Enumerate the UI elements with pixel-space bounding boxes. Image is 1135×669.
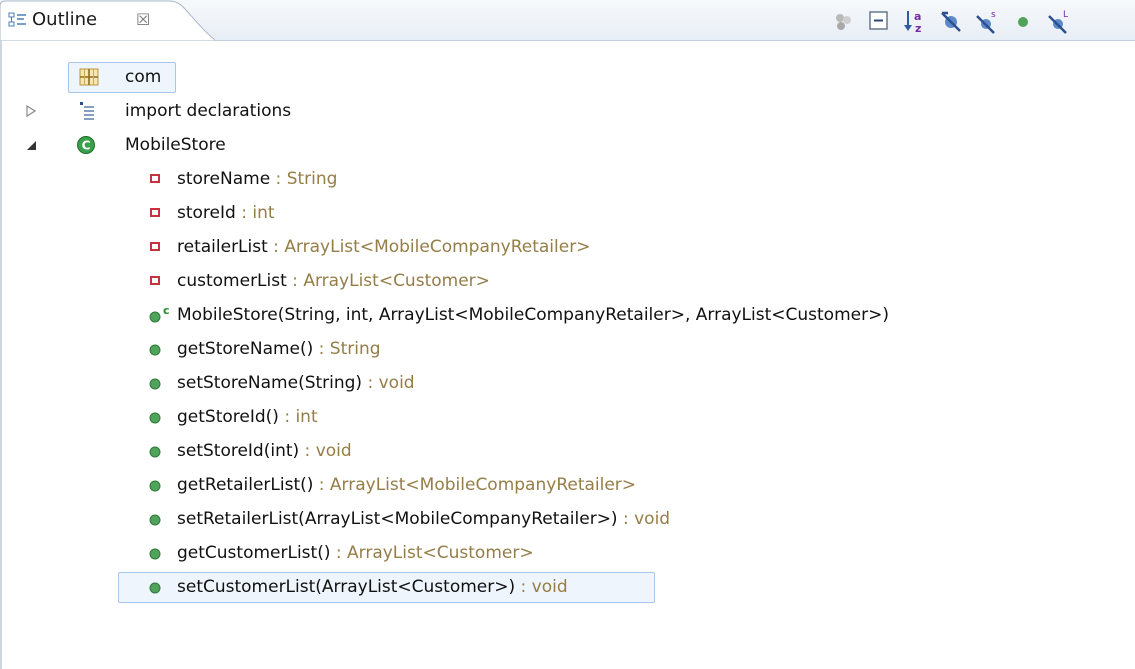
- member-name: getStoreId(): [177, 407, 279, 427]
- svg-text:c: c: [163, 305, 170, 317]
- tree-row-field[interactable]: retailerList : ArrayList<MobileCompanyRe…: [0, 230, 1135, 264]
- tree-row-field[interactable]: storeName : String: [0, 162, 1135, 196]
- member-name: getRetailerList(): [177, 475, 314, 495]
- tree-row-field[interactable]: customerList : ArrayList<Customer>: [0, 264, 1135, 298]
- public-method-icon: [149, 378, 161, 390]
- public-method-icon: [149, 582, 161, 594]
- tree-row-constructor[interactable]: c MobileStore(String, int, ArrayList<Mob…: [0, 298, 1135, 332]
- member-name: setCustomerList(ArrayList<Customer>): [177, 577, 516, 597]
- member-name: customerList: [177, 271, 287, 291]
- tree-row-method[interactable]: setRetailerList(ArrayList<MobileCompanyR…: [0, 502, 1135, 536]
- member-type: : void: [362, 373, 415, 393]
- package-icon: [79, 68, 99, 86]
- tree-row-field[interactable]: storeId : int: [0, 196, 1135, 230]
- tree-row-package[interactable]: com: [0, 60, 1135, 94]
- member-type: : ArrayList<MobileCompanyRetailer>: [313, 475, 637, 495]
- private-field-icon: [150, 174, 160, 183]
- member-type: : String: [270, 169, 338, 189]
- class-name: MobileStore: [125, 135, 226, 155]
- member-name: setStoreName(String): [177, 373, 363, 393]
- hide-local-types-icon[interactable]: L: [1046, 8, 1072, 34]
- private-field-icon: [150, 276, 160, 285]
- outline-view-icon: [8, 12, 26, 27]
- hide-fields-icon[interactable]: [938, 8, 964, 34]
- member-name: storeId: [177, 203, 236, 223]
- member-type: : ArrayList<Customer>: [286, 271, 490, 291]
- member-type: : void: [617, 509, 671, 529]
- member-type: : int: [235, 203, 275, 223]
- imports-icon: [80, 102, 94, 120]
- tree-row-method[interactable]: getCustomerList() : ArrayList<Customer>: [0, 536, 1135, 570]
- member-type: : String: [313, 339, 381, 359]
- member-name: storeName: [177, 169, 271, 189]
- member-type: : int: [278, 407, 318, 427]
- public-method-icon: [149, 344, 161, 356]
- tab-title: Outline: [32, 9, 98, 30]
- focus-active-element-icon[interactable]: [830, 8, 856, 34]
- collapse-chevron-icon[interactable]: [24, 138, 38, 152]
- member-name: setStoreId(int): [177, 441, 300, 461]
- private-field-icon: [150, 242, 160, 251]
- member-type: : ArrayList<Customer>: [330, 543, 534, 563]
- member-name: getCustomerList(): [177, 543, 331, 563]
- public-method-icon: [149, 514, 161, 526]
- tree-row-method-selected[interactable]: setCustomerList(ArrayList<Customer>) : v…: [0, 570, 1135, 604]
- view-header: Outline ☒ a z s L: [0, 0, 1135, 41]
- hide-static-icon[interactable]: s: [974, 8, 1000, 34]
- member-name: retailerList: [177, 237, 268, 257]
- public-constructor-icon: c: [149, 305, 170, 323]
- view-toolbar: a z s L: [830, 8, 1130, 34]
- class-icon: C: [77, 136, 95, 154]
- member-name: MobileStore(String, int, ArrayList<Mobil…: [177, 305, 889, 325]
- member-type: : void: [299, 441, 352, 461]
- member-name: getStoreName(): [177, 339, 314, 359]
- tab-outline[interactable]: Outline ☒: [0, 0, 215, 41]
- member-type: : ArrayList<MobileCompanyRetailer>: [267, 237, 591, 257]
- member-name: setRetailerList(ArrayList<MobileCompanyR…: [177, 509, 618, 529]
- tree-row-method[interactable]: getRetailerList() : ArrayList<MobileComp…: [0, 468, 1135, 502]
- public-method-icon: [149, 480, 161, 492]
- package-name: com: [125, 67, 162, 87]
- tree-row-method[interactable]: getStoreId() : int: [0, 400, 1135, 434]
- public-method-icon: [149, 412, 161, 424]
- tree-row-class[interactable]: C MobileStore: [0, 128, 1135, 162]
- imports-label: import declarations: [125, 101, 292, 121]
- member-type: : void: [515, 577, 568, 597]
- tree-row-method[interactable]: setStoreId(int) : void: [0, 434, 1135, 468]
- tree-row-method[interactable]: getStoreName() : String: [0, 332, 1135, 366]
- public-method-icon: [149, 548, 161, 560]
- svg-text:L: L: [1063, 10, 1068, 20]
- private-field-icon: [150, 208, 160, 217]
- tree-row-method[interactable]: setStoreName(String) : void: [0, 366, 1135, 400]
- svg-text:z: z: [915, 22, 921, 34]
- public-method-icon: [149, 446, 161, 458]
- close-icon[interactable]: ☒: [136, 10, 150, 30]
- collapse-all-icon[interactable]: [866, 8, 892, 34]
- svg-text:C: C: [82, 139, 91, 153]
- hide-non-public-icon[interactable]: [1010, 8, 1036, 34]
- svg-text:s: s: [991, 10, 996, 20]
- sort-icon[interactable]: a z: [902, 8, 928, 34]
- tree-row-imports[interactable]: import declarations: [0, 94, 1135, 128]
- expand-chevron-icon[interactable]: [24, 104, 38, 118]
